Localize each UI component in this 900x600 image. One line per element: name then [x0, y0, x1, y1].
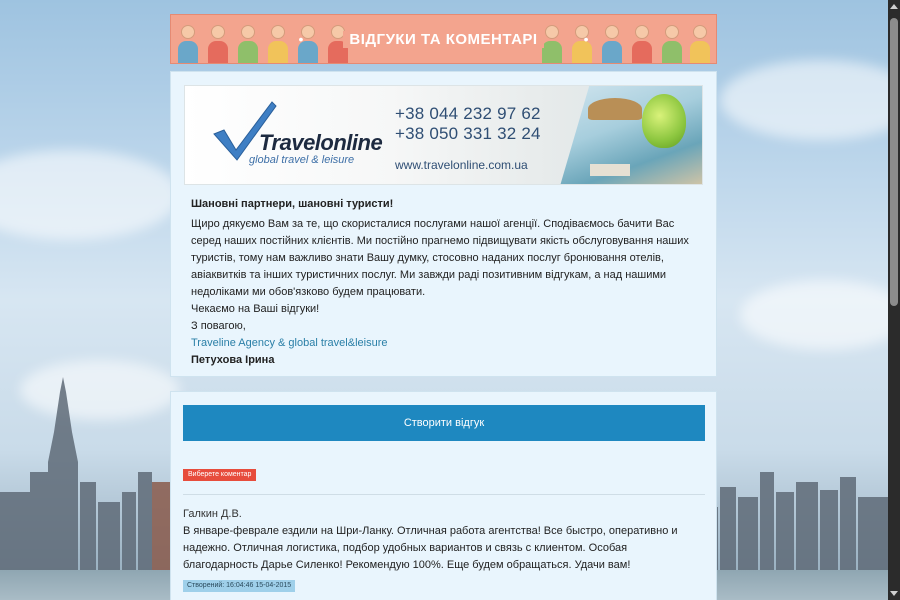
scroll-up-arrow-icon[interactable]: [890, 4, 898, 9]
intro-card: Travelonline global travel & leisure +38…: [170, 71, 717, 377]
background-cloud: [720, 60, 900, 140]
background-cloud: [740, 280, 900, 350]
intro-regards: З повагою,: [191, 320, 246, 332]
page-scrollbar[interactable]: [888, 0, 900, 600]
beach-umbrella-icon: [588, 98, 642, 120]
ad-tagline: global travel & leisure: [249, 154, 355, 166]
create-review-button[interactable]: Створити відгук: [183, 405, 705, 441]
page-title: ВІДГУКИ ТА КОМЕНТАРІ: [343, 30, 544, 48]
background-cloud: [0, 150, 180, 240]
ad-phone-1: +38 044 232 97 62: [395, 104, 541, 123]
intro-message: Шановні партнери, шановні туристи! Щиро …: [191, 196, 701, 369]
intro-request: Чекаємо на Ваші відгуки!: [191, 303, 320, 315]
signature: Петухова Ірина: [191, 354, 275, 366]
select-comment-badge[interactable]: Виберете коментар: [183, 469, 257, 481]
review-author: Галкин Д.В.: [183, 508, 242, 520]
intro-greeting: Шановні партнери, шановні туристи!: [191, 198, 394, 210]
beach-balloon-photo: [560, 86, 702, 184]
banner-dot-left: •: [298, 31, 304, 47]
hot-air-balloon-icon: [642, 94, 686, 148]
reviews-card: Створити відгук Виберете коментар Галкин…: [170, 391, 717, 600]
beach-chair-icon: [590, 164, 630, 176]
review-text: В январе-феврале ездили на Шри-Ланку. От…: [183, 525, 678, 571]
reviews-banner: • ВІДГУКИ ТА КОМЕНТАРІ •: [170, 14, 717, 64]
scroll-down-arrow-icon[interactable]: [890, 591, 898, 596]
divider: [183, 494, 705, 495]
ad-website: www.travelonline.com.ua: [395, 158, 528, 172]
company-link[interactable]: Traveline Agency & global travel&leisure: [191, 335, 701, 352]
scrollbar-thumb[interactable]: [890, 18, 898, 306]
travelonline-ad-banner[interactable]: Travelonline global travel & leisure +38…: [184, 85, 703, 185]
review-item: Галкин Д.В. В январе-феврале ездили на Ш…: [183, 508, 705, 592]
ad-phone-2: +38 050 331 32 24: [395, 124, 541, 143]
review-created-badge: Створений: 16:04:46 15-04-2015: [183, 580, 296, 592]
banner-dot-right: •: [583, 31, 589, 47]
intro-body: Щиро дякуємо Вам за те, що скористалися …: [191, 218, 689, 298]
ad-brand-name: Travelonline: [259, 130, 383, 155]
